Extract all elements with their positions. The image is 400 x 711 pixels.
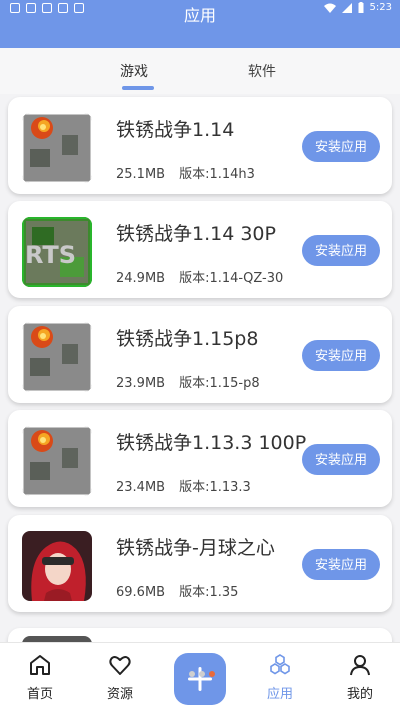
rusted-warfare-icon <box>22 426 92 496</box>
app-list[interactable]: 铁锈战争1.14 25.1MB 版本:1.14h3 安装应用 RTS 铁锈战争1.… <box>0 94 400 642</box>
app-name: 铁锈战争1.15p8 <box>116 328 259 350</box>
svg-text:RTS: RTS <box>25 241 76 269</box>
nav-mine[interactable]: 我的 <box>330 653 390 702</box>
app-name: 铁锈战争1.14 <box>116 119 235 141</box>
page-dot <box>199 671 205 677</box>
app-name: 铁锈战争-月球之心 <box>116 537 275 559</box>
app-meta: 69.6MB 版本:1.35 <box>116 581 238 600</box>
app-size: 24.9MB <box>116 271 166 286</box>
app-card[interactable]: 铁锈战争1.14 25.1MB 版本:1.14h3 安装应用 <box>8 97 392 194</box>
nav-resource-label: 资源 <box>106 687 133 702</box>
add-button[interactable] <box>174 653 226 705</box>
app-version: 版本:1.14h3 <box>179 167 255 182</box>
app-card[interactable]: 铁锈战争1.13.3 100P 23.4MB 版本:1.13.3 安装应用 <box>8 410 392 507</box>
plus-icon <box>188 667 212 691</box>
app-meta: 24.9MB 版本:1.14-QZ-30 <box>116 267 283 286</box>
heart-icon <box>109 656 131 675</box>
app-card[interactable]: 铁锈战争1.15p8 23.9MB 版本:1.15-p8 安装应用 <box>8 306 392 403</box>
install-button[interactable]: 安装应用 <box>302 549 380 580</box>
nav-app[interactable]: 应用 <box>250 653 310 702</box>
page-title: 应用 <box>183 6 216 25</box>
page-dot-active <box>209 671 215 677</box>
install-button[interactable]: 安装应用 <box>302 444 380 475</box>
nav-resource[interactable]: 资源 <box>90 653 150 702</box>
app-name: 铁锈战争1.14 30P <box>116 223 276 245</box>
app-version: 版本:1.14-QZ-30 <box>179 271 284 286</box>
install-button[interactable]: 安装应用 <box>302 131 380 162</box>
category-tabs: 游戏 软件 <box>0 48 400 94</box>
app-card[interactable]: 铁锈战争-月球之心 69.6MB 版本:1.35 安装应用 <box>8 515 392 612</box>
install-button[interactable]: 安装应用 <box>302 340 380 371</box>
app-meta: 23.4MB 版本:1.13.3 <box>116 476 251 495</box>
page-dot <box>189 671 195 677</box>
bottom-navigation: 首页 资源 应用 我的 <box>0 642 400 711</box>
app-card-partial[interactable] <box>8 628 392 642</box>
nav-mine-label: 我的 <box>346 687 373 702</box>
page-indicator <box>189 671 215 677</box>
nav-home[interactable]: 首页 <box>10 653 70 702</box>
app-size: 23.4MB <box>116 480 166 495</box>
app-size: 25.1MB <box>116 167 166 182</box>
app-size: 23.9MB <box>116 376 166 391</box>
top-app-bar: 5:23 应用 <box>0 0 400 48</box>
install-button[interactable]: 安装应用 <box>302 235 380 266</box>
rts-map-icon: RTS <box>22 217 92 287</box>
app-meta: 25.1MB 版本:1.14h3 <box>116 163 255 182</box>
active-tab-indicator <box>122 86 154 90</box>
nav-app-label: 应用 <box>266 687 293 702</box>
person-icon <box>350 655 370 676</box>
tab-games[interactable]: 游戏 <box>120 61 148 81</box>
app-size: 69.6MB <box>116 585 166 600</box>
rusted-warfare-icon <box>22 322 92 392</box>
nav-home-label: 首页 <box>26 687 53 702</box>
app-version: 版本:1.15-p8 <box>179 376 260 391</box>
hexagons-icon <box>270 654 290 675</box>
app-version: 版本:1.13.3 <box>179 480 251 495</box>
app-version: 版本:1.35 <box>179 585 239 600</box>
app-name: 铁锈战争1.13.3 100P <box>116 432 307 454</box>
rusted-warfare-icon <box>22 113 92 183</box>
home-icon <box>30 655 50 675</box>
tab-software[interactable]: 软件 <box>248 61 276 81</box>
anime-girl-icon <box>22 531 92 601</box>
app-card[interactable]: RTS 铁锈战争1.14 30P 24.9MB 版本:1.14-QZ-30 安装应… <box>8 201 392 298</box>
app-meta: 23.9MB 版本:1.15-p8 <box>116 372 260 391</box>
